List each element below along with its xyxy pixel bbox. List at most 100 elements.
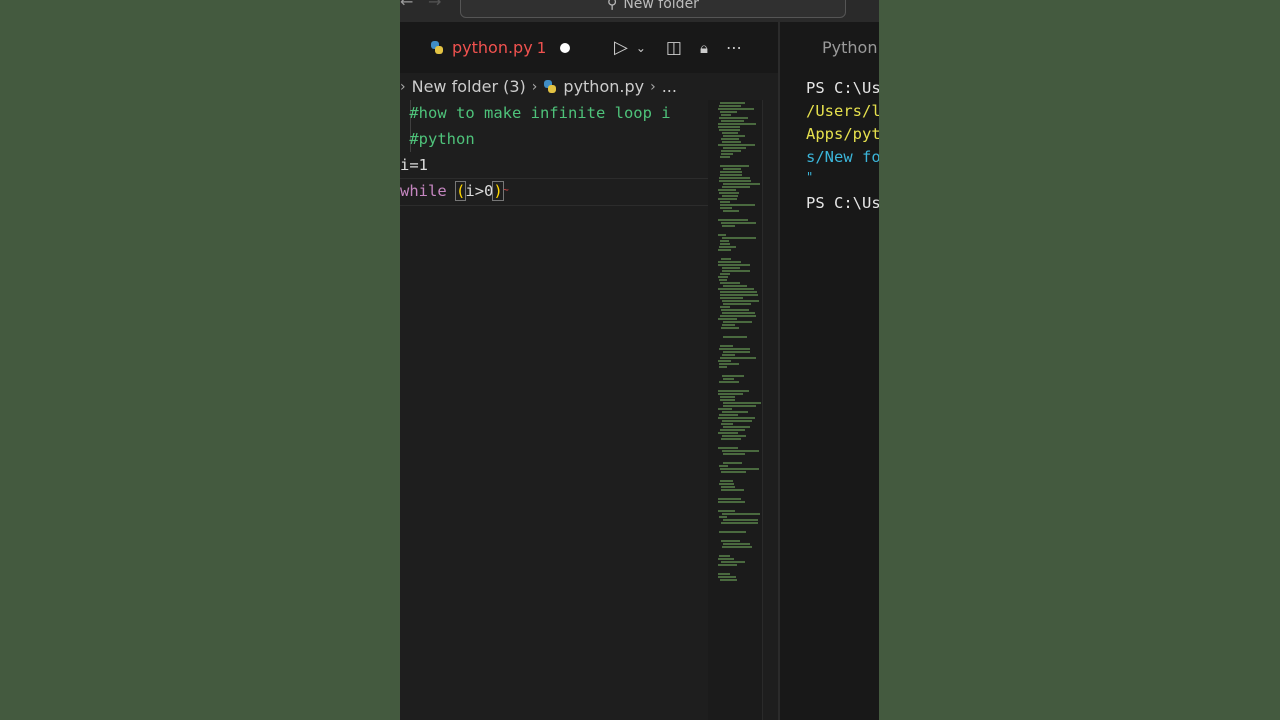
minimap-line xyxy=(723,210,739,212)
minimap-line xyxy=(718,219,748,221)
lock-icon[interactable]: 🔒︎ xyxy=(700,39,708,57)
minimap-line xyxy=(721,423,733,425)
command-center-search[interactable]: ⚲ New folder xyxy=(460,0,846,18)
minimap-line xyxy=(718,318,737,320)
breadcrumb-folder[interactable]: New folder (3) xyxy=(412,77,526,96)
tab-label: python.py xyxy=(452,38,533,57)
minimap-line xyxy=(721,438,741,440)
minimap-line xyxy=(722,312,755,314)
minimap-line xyxy=(718,564,737,566)
minimap-line xyxy=(719,279,727,281)
minimap-line xyxy=(719,366,727,368)
minimap-line xyxy=(721,120,744,122)
minimap-line xyxy=(723,351,750,353)
minimap-line xyxy=(723,303,751,305)
breadcrumb-more[interactable]: ... xyxy=(662,77,677,96)
breadcrumb-file[interactable]: python.py xyxy=(563,77,644,96)
minimap-line xyxy=(719,177,750,179)
minimap-line xyxy=(718,390,749,392)
code-editor[interactable]: #how to make infinite loop i #python i=1… xyxy=(400,100,708,720)
minimap-line xyxy=(720,315,756,317)
minimap-line xyxy=(720,165,749,167)
minimap-line xyxy=(722,354,735,356)
minimap-line xyxy=(719,465,728,467)
python-file-icon xyxy=(543,79,557,94)
minimap-line xyxy=(718,264,750,266)
minimap-line xyxy=(719,129,740,131)
minimap-line xyxy=(720,345,733,347)
code-token-condition: i>0 xyxy=(465,182,494,200)
editor-tab-bar: python.py 1 ▷ ⌄ ◫ 🔒︎ ⋯ xyxy=(400,22,778,73)
minimap-line xyxy=(719,555,730,557)
minimap-line xyxy=(719,246,736,248)
minimap-line xyxy=(718,393,743,395)
terminal-line-1: PS C:\Us xyxy=(806,79,879,97)
editor-tab-python[interactable]: python.py 1 xyxy=(430,22,571,73)
terminal-panel[interactable]: Python PS C:\Us /Users/l Apps/pyt s/New … xyxy=(780,22,879,720)
minimap-line xyxy=(718,408,732,410)
minimap-line xyxy=(718,288,754,290)
code-line-4: while (i>0)~ xyxy=(400,178,708,204)
minimap-line xyxy=(721,258,731,260)
split-editor-icon[interactable]: ◫ xyxy=(666,38,682,58)
minimap-line xyxy=(723,321,752,323)
minimap-line xyxy=(720,429,745,431)
minimap-line xyxy=(721,153,733,155)
minimap-line xyxy=(721,540,740,542)
minimap-line xyxy=(720,297,743,299)
minimap-line xyxy=(723,462,742,464)
minimap-line xyxy=(718,108,754,110)
minimap-line xyxy=(720,357,756,359)
vertical-scrollbar[interactable] xyxy=(762,100,779,720)
minimap-line xyxy=(722,267,740,269)
minimap-line xyxy=(722,300,759,302)
title-bar: ← → ⚲ New folder xyxy=(400,0,879,22)
minimap-line xyxy=(723,147,746,149)
minimap-line xyxy=(720,291,757,293)
minimap-line xyxy=(719,105,741,107)
minimap-line xyxy=(720,174,742,176)
command-center-label: New folder xyxy=(623,0,699,12)
breadcrumb: › New folder (3) › python.py › ... xyxy=(400,73,778,100)
minimap-line xyxy=(723,135,745,137)
code-token-paren-open: ( xyxy=(454,181,467,201)
minimap-line xyxy=(722,237,756,239)
minimap-line xyxy=(721,486,735,488)
minimap-line xyxy=(722,420,752,422)
minimap-line xyxy=(720,396,735,398)
minimap-line xyxy=(721,327,739,329)
minimap-line xyxy=(723,519,758,521)
minimap-line xyxy=(719,531,746,533)
minimap-line xyxy=(722,375,744,377)
minimap-line xyxy=(718,510,735,512)
minimap-line xyxy=(720,243,730,245)
run-icon[interactable]: ▷ xyxy=(614,37,628,58)
minimap-line xyxy=(719,414,738,416)
tab-problem-count: 1 xyxy=(536,38,547,57)
minimap-line xyxy=(720,294,758,296)
minimap-line xyxy=(720,240,729,242)
minimap-line xyxy=(723,285,747,287)
more-actions-icon[interactable]: ⋯ xyxy=(726,38,742,57)
unsaved-dot-icon[interactable] xyxy=(560,42,571,53)
code-line-1: #how to make infinite loop i xyxy=(400,104,671,122)
terminal-line-2: /Users/l xyxy=(806,102,879,120)
minimap-line xyxy=(718,249,731,251)
chevron-down-icon[interactable]: ⌄ xyxy=(636,41,646,55)
minimap-line xyxy=(720,579,737,581)
minimap-line xyxy=(718,144,755,146)
arrow-left-icon[interactable]: ← xyxy=(400,0,413,10)
code-token-var: i xyxy=(400,156,410,174)
arrow-right-icon[interactable]: → xyxy=(428,0,441,10)
minimap-line xyxy=(722,132,738,134)
minimap-line xyxy=(722,435,746,437)
minimap-line xyxy=(720,480,733,482)
minimap-line xyxy=(723,378,734,380)
minimap-line xyxy=(718,432,738,434)
terminal-tab-python[interactable]: Python xyxy=(822,38,877,57)
terminal-line-6: PS C:\Us xyxy=(806,194,879,212)
minimap-line xyxy=(718,576,736,578)
minimap-line xyxy=(723,168,741,170)
python-file-icon xyxy=(430,40,444,55)
minimap-line xyxy=(720,273,730,275)
